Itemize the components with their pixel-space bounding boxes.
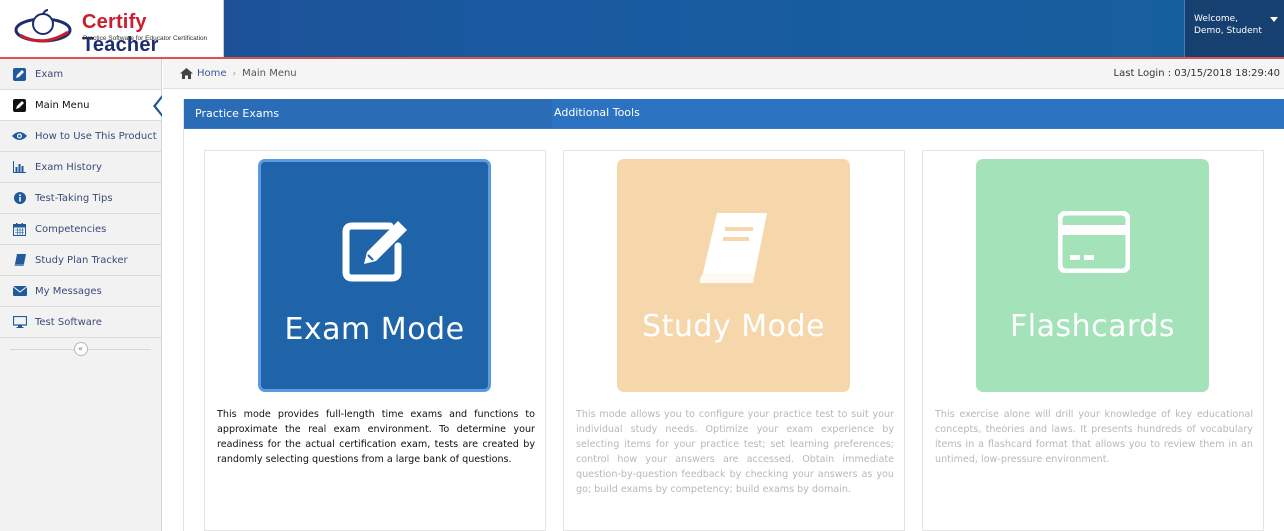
user-menu[interactable]: Welcome, Demo, Student: [1184, 0, 1284, 57]
tab-practice-exams[interactable]: Practice Exams: [184, 99, 552, 128]
sidebar: Exam Main Menu How to Use This Product E…: [0, 59, 163, 531]
envelope-icon: [12, 284, 27, 299]
eye-icon: [12, 129, 27, 144]
edit-icon: [12, 67, 27, 82]
panel-header: Practice Exams Additional Tools: [184, 99, 1284, 128]
sidebar-item-my-messages[interactable]: My Messages: [0, 276, 161, 307]
sidebar-item-label: Exam History: [35, 161, 102, 173]
logo[interactable]: Certify Teacher Practice Software for Ed…: [0, 0, 224, 57]
logo-subtitle: Practice Software for Educator Certifica…: [83, 35, 208, 42]
sidebar-item-test-software[interactable]: Test Software: [0, 307, 161, 338]
flashcards-title: Flashcards: [1010, 309, 1175, 344]
sidebar-item-exam-history[interactable]: Exam History: [0, 152, 161, 183]
caret-down-icon[interactable]: [1270, 17, 1278, 22]
sidebar-item-test-taking-tips[interactable]: Test-Taking Tips: [0, 183, 161, 214]
exam-mode-card: Exam Mode This mode provides full-length…: [204, 150, 546, 531]
breadcrumb-current: Main Menu: [242, 68, 297, 79]
sidebar-item-study-plan-tracker[interactable]: Study Plan Tracker: [0, 245, 161, 276]
study-mode-button[interactable]: Study Mode: [617, 159, 850, 392]
tab-additional-tools-label: Additional Tools: [554, 106, 640, 119]
sidebar-item-exam[interactable]: Exam: [0, 59, 161, 90]
study-mode-card: Study Mode This mode allows you to confi…: [563, 150, 905, 531]
flashcards-button[interactable]: Flashcards: [976, 159, 1209, 392]
sidebar-collapse-row: «: [0, 338, 161, 360]
flashcards-description: This exercise alone will drill your know…: [935, 409, 1253, 465]
study-mode-description: This mode allows you to configure your p…: [576, 409, 894, 495]
logo-title-part1: Certify: [82, 11, 147, 33]
sidebar-item-how-to-use[interactable]: How to Use This Product: [0, 121, 161, 152]
study-mode-title: Study Mode: [642, 309, 825, 344]
main-panel: Practice Exams Additional Tools Exam Mod…: [183, 99, 1284, 531]
sidebar-item-label: Test Software: [35, 316, 102, 328]
sidebar-item-label: Competencies: [35, 223, 107, 235]
bar-chart-icon: [12, 160, 27, 175]
info-icon: [12, 191, 27, 206]
card-icon: [1057, 211, 1130, 273]
panel-subheader: [184, 128, 1284, 143]
sidebar-item-label: Test-Taking Tips: [35, 192, 113, 204]
apple-logo-icon: [14, 9, 72, 43]
logo-title: Certify Teacher: [82, 11, 223, 57]
book-icon: [699, 213, 767, 283]
sidebar-item-competencies[interactable]: Competencies: [0, 214, 161, 245]
home-icon: [180, 68, 193, 79]
sidebar-item-label: My Messages: [35, 285, 102, 297]
exam-mode-button[interactable]: Exam Mode: [258, 159, 491, 392]
flashcards-card: Flashcards This exercise alone will dril…: [922, 150, 1264, 531]
sidebar-item-label: How to Use This Product: [35, 130, 157, 142]
breadcrumb-home-label: Home: [197, 68, 227, 79]
monitor-icon: [12, 315, 27, 330]
sidebar-item-label: Study Plan Tracker: [35, 254, 128, 266]
breadcrumb-separator: ›: [232, 68, 237, 79]
sidebar-item-label: Main Menu: [35, 99, 90, 111]
breadcrumb: Home › Main Menu: [180, 68, 297, 79]
tab-practice-exams-label: Practice Exams: [195, 107, 280, 120]
sidebar-item-main-menu[interactable]: Main Menu: [0, 90, 163, 121]
book-icon: [12, 253, 27, 268]
calendar-icon: [12, 222, 27, 237]
tab-additional-tools[interactable]: Additional Tools: [554, 106, 640, 119]
edit-icon: [12, 98, 27, 113]
top-header: Certify Teacher Practice Software for Ed…: [0, 0, 1284, 57]
exam-mode-description: This mode provides full-length time exam…: [217, 409, 535, 465]
breadcrumb-bar: Home › Main Menu Last Login : 03/15/2018…: [163, 59, 1284, 89]
edit-icon: [342, 221, 407, 282]
exam-mode-title: Exam Mode: [284, 312, 465, 347]
last-login-text: Last Login : 03/15/2018 18:29:40: [1113, 68, 1280, 79]
user-name: Demo, Student: [1194, 26, 1262, 36]
collapse-sidebar-button[interactable]: «: [73, 342, 88, 356]
breadcrumb-home-link[interactable]: Home: [180, 68, 227, 79]
sidebar-item-label: Exam: [35, 68, 64, 80]
